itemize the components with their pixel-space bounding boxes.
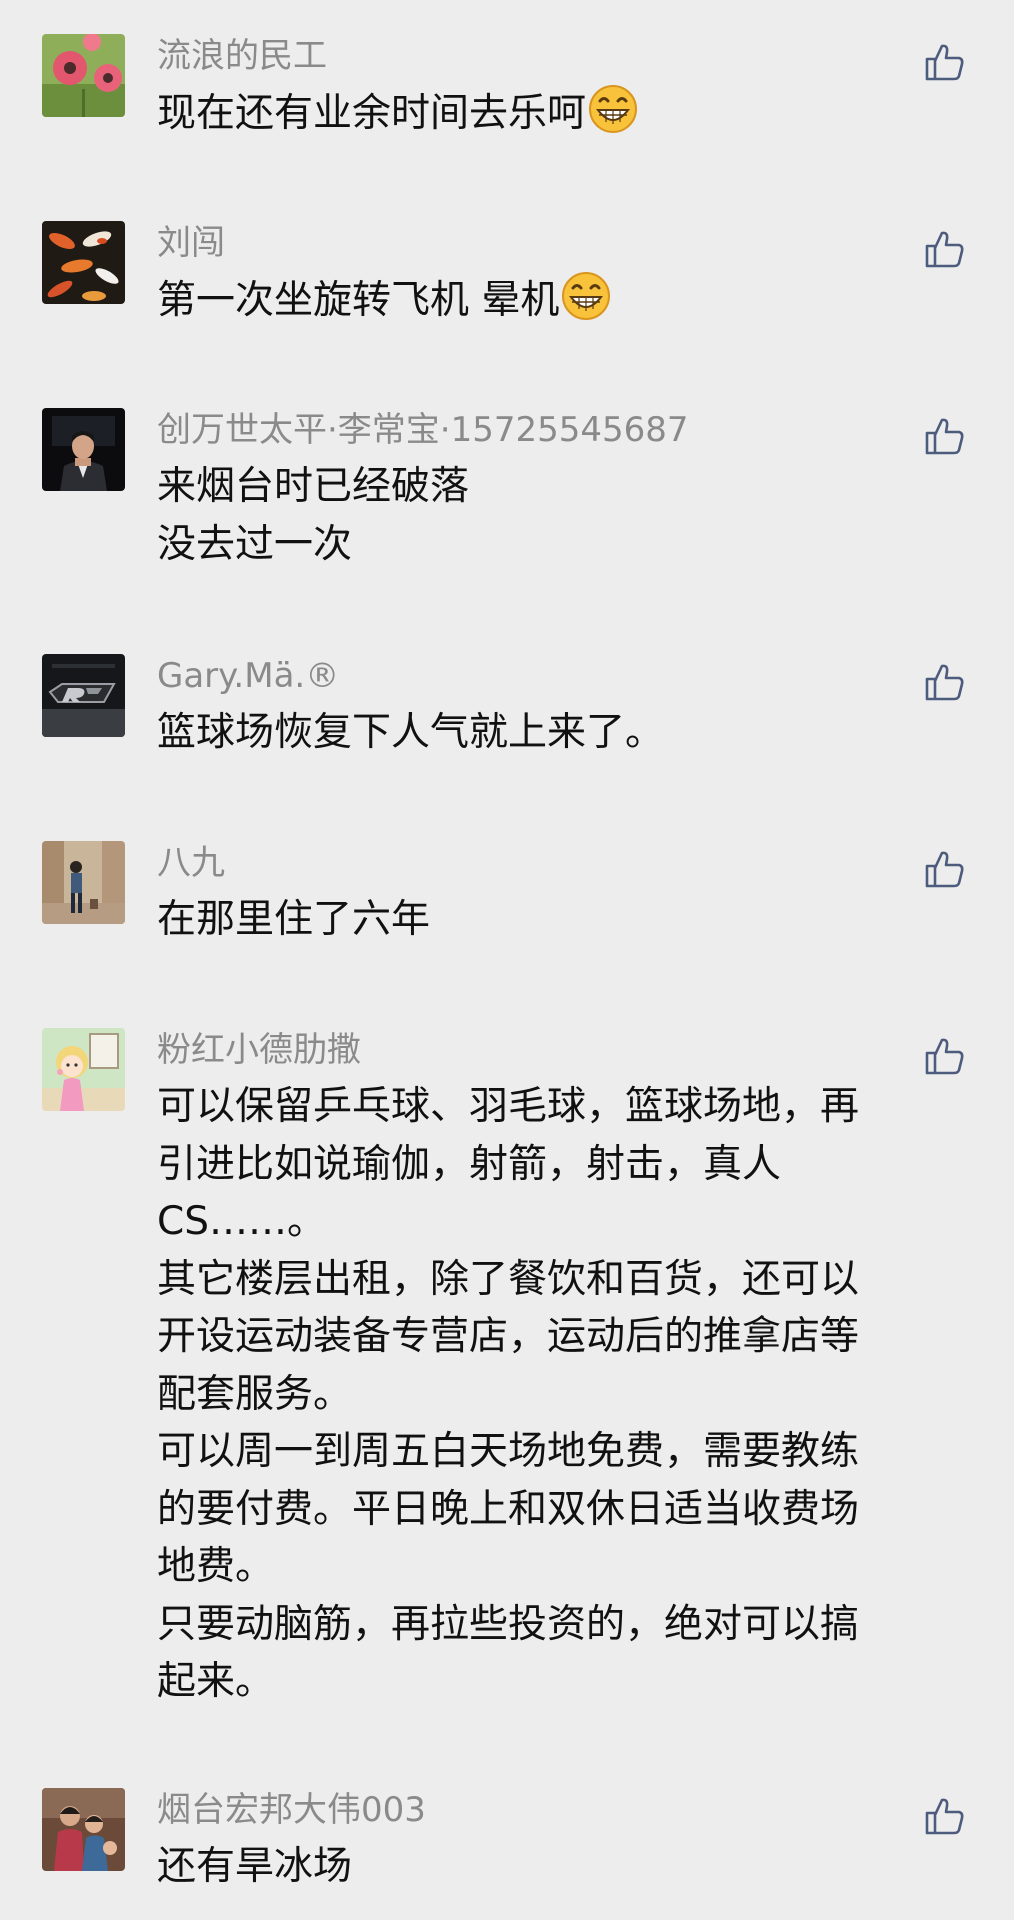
family-photo-avatar[interactable] <box>42 1788 125 1871</box>
commenter-name[interactable]: 刘闯 <box>157 221 225 265</box>
comment-line: 第一次坐旋转飞机 晕机 <box>157 271 957 330</box>
comment-line: 只要动脑筋，再拉些投资的，绝对可以搞 <box>157 1601 860 1647</box>
comment-line: 地费。 <box>157 1544 275 1589</box>
thumbs-up-icon[interactable] <box>922 1034 966 1078</box>
comment-text: 可以保留乒乓球、羽毛球，篮球场地，再 引进比如说瑜伽，射箭，射击，真人 CS……… <box>157 1078 957 1711</box>
grinning-face-icon <box>561 271 611 321</box>
thumbs-up-icon[interactable] <box>922 660 966 704</box>
comment-line: 可以保留乒乓球、羽毛球，篮球场地，再 <box>157 1084 860 1129</box>
cartoon-girl-avatar[interactable] <box>42 1028 125 1111</box>
grinning-face-icon <box>588 84 638 134</box>
comment-line: 引进比如说瑜伽，射箭，射击，真人 <box>157 1141 782 1187</box>
thumbs-up-icon[interactable] <box>922 1794 966 1838</box>
comment-text: 现在还有业余时间去乐呵 <box>157 84 957 143</box>
pink-flowers-avatar[interactable] <box>42 34 125 117</box>
comment-text: 篮球场恢复下人气就上来了。 <box>157 704 957 762</box>
comment-line: 没去过一次 <box>157 521 353 567</box>
commenter-name[interactable]: 流浪的民工 <box>157 34 327 78</box>
thumbs-up-icon[interactable] <box>922 847 966 891</box>
comment-line: 其它楼层出租，除了餐饮和百货，还可以 <box>157 1256 860 1302</box>
comment-text: 还有旱冰场 <box>157 1838 957 1896</box>
comment-line: 在那里住了六年 <box>157 897 431 942</box>
commenter-name[interactable]: Gary.Mä.® <box>157 654 339 698</box>
comment-text: 在那里住了六年 <box>157 891 957 949</box>
comment-line: CS……。 <box>157 1199 326 1244</box>
comment-line: 篮球场恢复下人气就上来了。 <box>157 710 665 755</box>
comment-text: 第一次坐旋转飞机 晕机 <box>157 271 957 330</box>
commenter-name[interactable]: 创万世太平·李常宝·15725545687 <box>157 408 689 452</box>
comment-line: 起来。 <box>157 1659 275 1704</box>
comment-line: 开设运动装备专营店，运动后的推拿店等 <box>157 1314 860 1359</box>
commenter-name[interactable]: 八九 <box>157 841 225 885</box>
person-standing-avatar[interactable] <box>42 841 125 924</box>
commenter-name[interactable]: 烟台宏邦大伟003 <box>157 1788 426 1832</box>
comment-line: 还有旱冰场 <box>157 1844 353 1889</box>
comment-line: 的要付费。平日晚上和双休日适当收费场 <box>157 1486 860 1532</box>
koi-fish-avatar[interactable] <box>42 221 125 304</box>
comment-line: 来烟台时已经破落 <box>157 464 470 509</box>
man-in-suit-avatar[interactable] <box>42 408 125 491</box>
comment-line-text: 现在还有业余时间去乐呵 <box>157 91 587 136</box>
thumbs-up-icon[interactable] <box>922 227 966 271</box>
comment-list: 流浪的民工 现在还有业余时间去乐呵 刘闯 第一次坐旋转飞机 晕机 创万世太平·李… <box>0 0 1014 1920</box>
comment-line: 现在还有业余时间去乐呵 <box>157 84 957 143</box>
comment-line-text: 第一次坐旋转飞机 晕机 <box>157 278 560 323</box>
commenter-name[interactable]: 粉红小德肋撒 <box>157 1028 361 1072</box>
thumbs-up-icon[interactable] <box>922 40 966 84</box>
comment-text: 来烟台时已经破落 没去过一次 <box>157 458 957 573</box>
thumbs-up-icon[interactable] <box>922 414 966 458</box>
comment-line: 可以周一到周五白天场地免费，需要教练 <box>157 1429 860 1474</box>
car-logo-avatar[interactable] <box>42 654 125 737</box>
comment-line: 配套服务。 <box>157 1371 353 1417</box>
